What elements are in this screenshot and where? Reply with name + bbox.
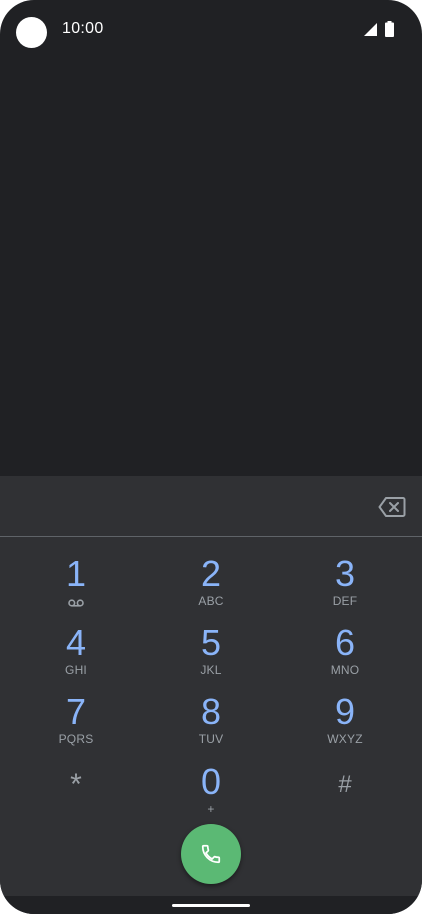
dialpad-key-9[interactable]: 9 WXYZ bbox=[285, 686, 405, 752]
key-digit: 9 bbox=[334, 691, 356, 732]
dialpad-key-hash[interactable]: # bbox=[285, 756, 405, 822]
backspace-icon[interactable] bbox=[378, 496, 406, 518]
key-letters: GHI bbox=[65, 663, 87, 677]
camera-cutout bbox=[16, 17, 47, 48]
key-letters: WXYZ bbox=[327, 732, 363, 746]
dialpad-key-5[interactable]: 5 JKL bbox=[151, 617, 271, 683]
key-letters: MNO bbox=[330, 663, 360, 677]
dialpad-key-star[interactable]: * bbox=[16, 756, 136, 822]
key-letters: JKL bbox=[200, 663, 222, 677]
key-letters: PQRS bbox=[58, 732, 94, 746]
key-digit: 5 bbox=[200, 622, 222, 663]
dialpad-key-2[interactable]: 2 ABC bbox=[151, 548, 271, 614]
key-digit: 0 bbox=[200, 761, 222, 802]
dialpad-panel: 1 2 ABC 3 DEF 4 GHI 5 JKL 6 MNO 7 PQRS 8… bbox=[0, 476, 422, 896]
key-digit: 6 bbox=[334, 622, 356, 663]
key-digit: 3 bbox=[334, 553, 356, 594]
voicemail-icon bbox=[68, 599, 84, 607]
key-symbol: * bbox=[70, 768, 82, 801]
key-digit: 2 bbox=[200, 553, 222, 594]
dialpad-key-4[interactable]: 4 GHI bbox=[16, 617, 136, 683]
phone-number-input[interactable] bbox=[24, 486, 368, 528]
phone-icon bbox=[201, 844, 221, 864]
status-bar: 10:00 bbox=[0, 0, 422, 62]
key-letters: + bbox=[207, 802, 215, 816]
key-digit: 8 bbox=[200, 691, 222, 732]
call-log-area bbox=[0, 62, 422, 476]
phone-screen: 10:00 1 2 ABC 3 DEF 4 GHI 5 JKL 6 MNO 7 … bbox=[0, 0, 422, 914]
call-button[interactable] bbox=[181, 824, 241, 884]
dialpad-key-8[interactable]: 8 TUV bbox=[151, 686, 271, 752]
dialpad-key-0[interactable]: 0 + bbox=[151, 756, 271, 822]
divider bbox=[0, 536, 422, 537]
key-digit: 1 bbox=[65, 553, 87, 594]
dialpad-key-1[interactable]: 1 bbox=[16, 548, 136, 614]
key-digit: 4 bbox=[65, 622, 87, 663]
dialpad-key-6[interactable]: 6 MNO bbox=[285, 617, 405, 683]
status-time: 10:00 bbox=[62, 20, 104, 37]
navigation-bar bbox=[0, 896, 422, 914]
signal-icon bbox=[364, 23, 377, 36]
dialpad-key-7[interactable]: 7 PQRS bbox=[16, 686, 136, 752]
key-symbol: # bbox=[338, 771, 352, 798]
key-letters: ABC bbox=[198, 594, 224, 608]
home-handle[interactable] bbox=[172, 904, 250, 907]
key-letters: TUV bbox=[198, 732, 224, 746]
battery-icon bbox=[385, 21, 394, 37]
dialpad-key-3[interactable]: 3 DEF bbox=[285, 548, 405, 614]
number-field bbox=[0, 476, 422, 536]
key-digit: 7 bbox=[65, 691, 87, 732]
key-letters: DEF bbox=[332, 594, 358, 608]
